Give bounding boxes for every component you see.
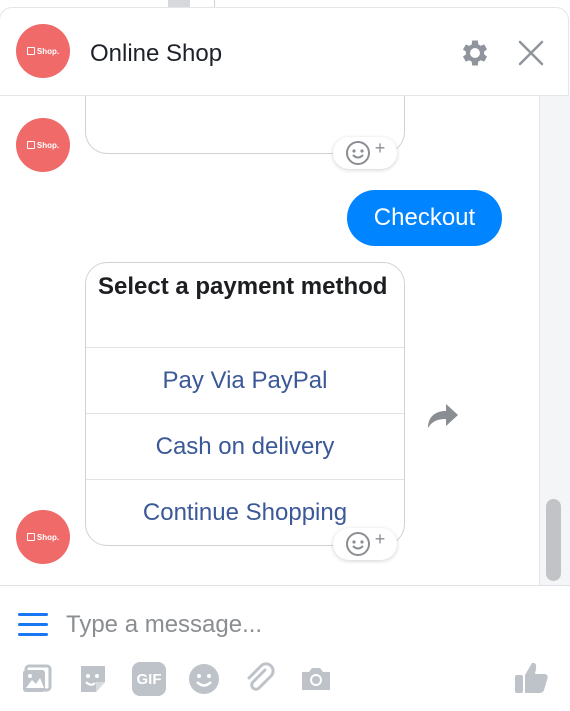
payment-card-heading: Select a payment method <box>98 273 388 300</box>
pay-via-paypal-button[interactable]: Pay Via PayPal <box>86 347 404 413</box>
attachment-icon[interactable] <box>243 662 277 696</box>
composer: GIF <box>0 585 570 711</box>
emoji-reaction-icon <box>345 532 370 556</box>
shop-avatar[interactable]: Shop. <box>16 24 70 78</box>
payment-card: Select a payment method Pay Via PayPal C… <box>85 262 405 546</box>
thumbs-up-icon[interactable] <box>512 658 550 696</box>
gif-icon[interactable]: GIF <box>132 662 166 696</box>
photo-icon[interactable] <box>20 662 54 696</box>
shopping-bag-icon <box>26 141 35 149</box>
chat-header: Shop. Online Shop <box>0 0 570 95</box>
top-strip-divider <box>214 0 215 8</box>
avatar-label: Shop. <box>36 140 60 150</box>
shopping-bag-icon <box>26 533 35 541</box>
reaction-button[interactable]: + <box>333 528 397 560</box>
reaction-button[interactable]: + <box>333 137 397 169</box>
top-strip-block <box>168 0 190 8</box>
camera-icon[interactable] <box>299 662 333 696</box>
message-input[interactable] <box>66 608 496 642</box>
shopping-bag-icon <box>26 47 35 55</box>
message-list[interactable]: Checkout Shop. + Checkout Select a payme… <box>0 95 570 585</box>
close-icon[interactable] <box>516 38 546 68</box>
menu-icon[interactable] <box>18 613 48 637</box>
reaction-plus: + <box>374 529 386 549</box>
avatar-label: Shop. <box>36 46 60 56</box>
top-strip <box>0 0 570 8</box>
shop-avatar-small[interactable]: Shop. <box>16 118 70 172</box>
checkout-card-button[interactable]: Checkout <box>86 95 404 103</box>
user-message-bubble[interactable]: Checkout <box>347 190 502 246</box>
sticker-icon[interactable] <box>76 662 110 696</box>
gear-icon[interactable] <box>458 36 492 70</box>
reaction-plus: + <box>374 138 386 158</box>
avatar-label: Shop. <box>36 532 60 542</box>
shop-avatar-small[interactable]: Shop. <box>16 510 70 564</box>
emoji-reaction-icon <box>345 141 370 165</box>
cash-on-delivery-button[interactable]: Cash on delivery <box>86 413 404 479</box>
emoji-icon[interactable] <box>187 662 221 696</box>
share-icon[interactable] <box>424 398 460 434</box>
scrollbar-thumb[interactable] <box>546 499 561 581</box>
chat-title[interactable]: Online Shop <box>90 40 222 68</box>
